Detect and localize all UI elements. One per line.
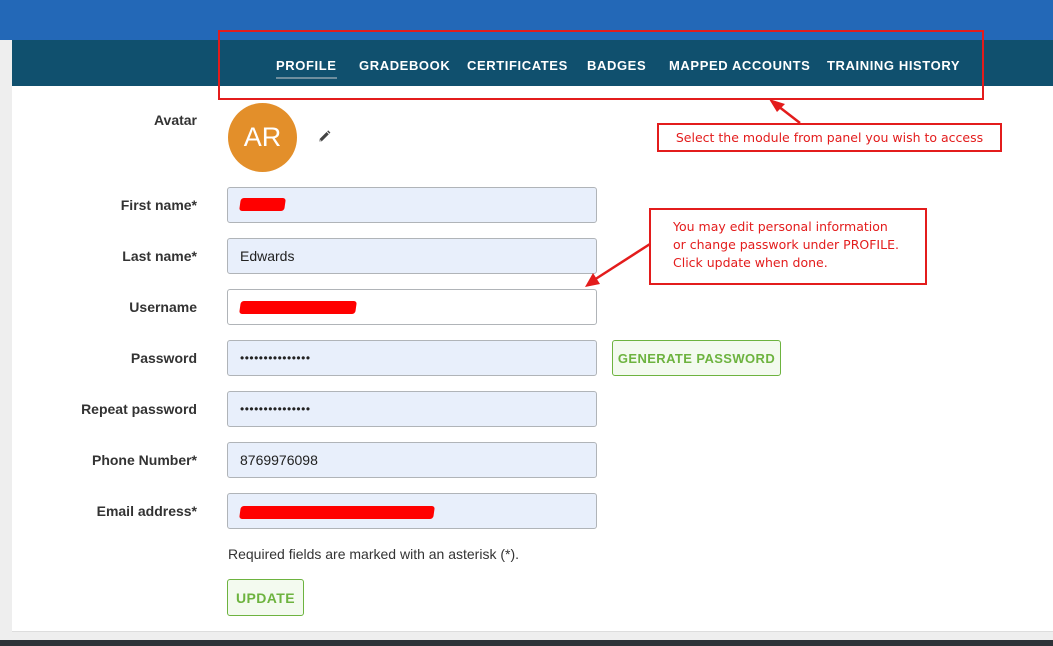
- last-name-value: Edwards: [240, 248, 295, 264]
- password-value: •••••••••••••••: [240, 351, 311, 365]
- phone-number-field[interactable]: 8769976098: [227, 442, 597, 478]
- avatar-label: Avatar: [153, 112, 197, 128]
- nav-callout-text: Select the module from panel you wish to…: [675, 130, 984, 145]
- first-name-redaction: [239, 198, 286, 211]
- pencil-icon[interactable]: [315, 128, 333, 146]
- password-label: Password: [130, 350, 197, 366]
- last-name-label: Last name*: [122, 248, 197, 264]
- email-address-label: Email address*: [96, 503, 197, 519]
- email-redaction: [239, 506, 435, 519]
- nav-callout: Select the module from panel you wish to…: [657, 123, 1002, 152]
- last-name-field[interactable]: Edwards: [227, 238, 597, 274]
- form-callout-line-1: You may edit personal information: [673, 219, 888, 234]
- update-button[interactable]: UPDATE: [227, 579, 304, 616]
- username-label: Username: [129, 299, 197, 315]
- generate-password-button[interactable]: GENERATE PASSWORD: [612, 340, 781, 376]
- first-name-field[interactable]: [227, 187, 597, 223]
- form-callout-line-3: Click update when done.: [673, 255, 828, 270]
- avatar-initials: AR: [243, 122, 282, 152]
- form-callout: You may edit personal information or cha…: [649, 208, 927, 285]
- email-address-field[interactable]: [227, 493, 597, 529]
- nav-highlight-box: [218, 30, 984, 100]
- repeat-password-label: Repeat password: [81, 401, 197, 417]
- phone-number-label: Phone Number*: [91, 452, 197, 468]
- password-field[interactable]: •••••••••••••••: [227, 340, 597, 376]
- form-callout-line-2: or change passwork under PROFILE.: [673, 237, 899, 252]
- first-name-label: First name*: [120, 197, 197, 213]
- footer-bar: [0, 640, 1053, 646]
- avatar[interactable]: AR: [228, 103, 297, 172]
- username-field[interactable]: [227, 289, 597, 325]
- repeat-password-value: •••••••••••••••: [240, 402, 311, 416]
- username-redaction: [239, 301, 357, 314]
- phone-number-value: 8769976098: [240, 452, 318, 468]
- required-fields-note: Required fields are marked with an aster…: [228, 546, 520, 562]
- repeat-password-field[interactable]: •••••••••••••••: [227, 391, 597, 427]
